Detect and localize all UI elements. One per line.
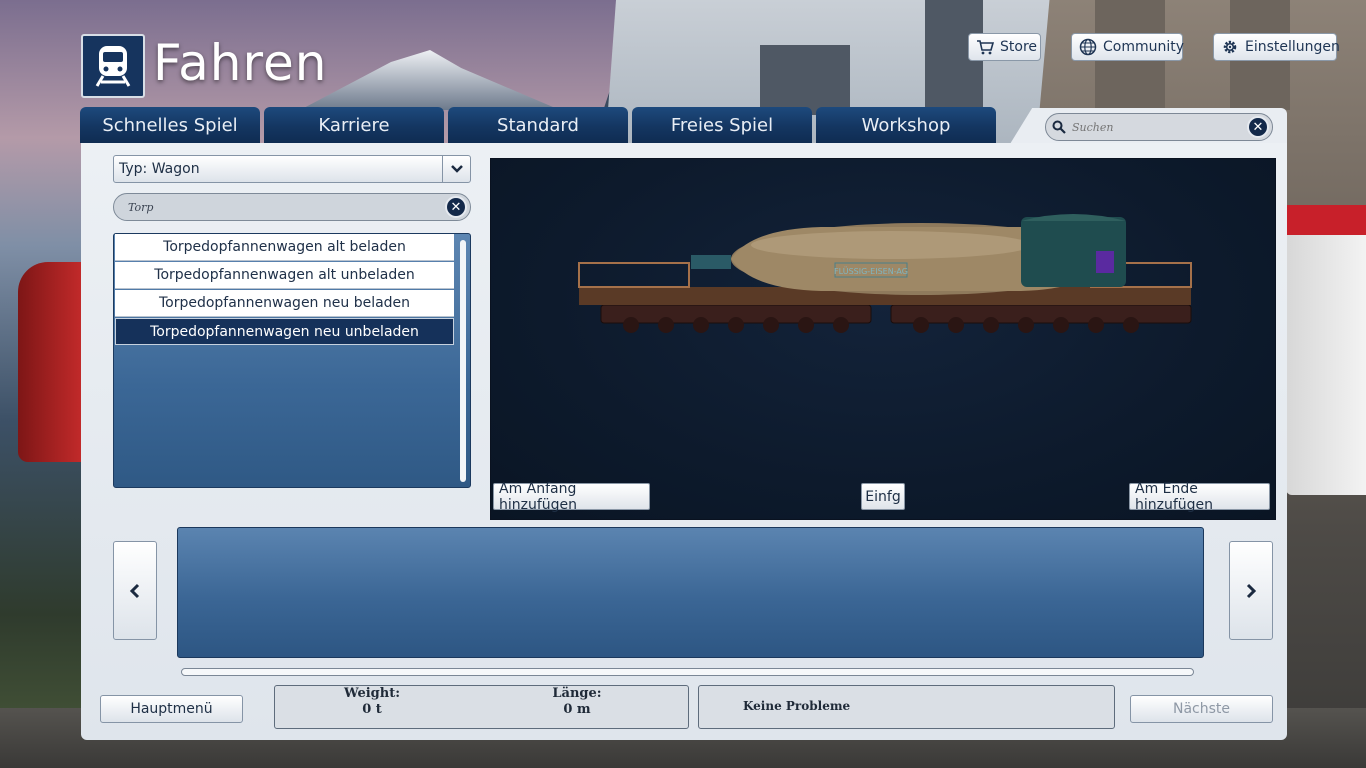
white-train bbox=[1286, 205, 1366, 495]
tab-freies-spiel[interactable]: Freies Spiel bbox=[632, 107, 812, 143]
clear-filter-icon[interactable]: ✕ bbox=[445, 196, 467, 218]
red-train bbox=[18, 262, 82, 462]
filter-search-box[interactable]: ✕ bbox=[113, 193, 471, 221]
tab-workshop[interactable]: Workshop bbox=[816, 107, 996, 143]
logo-train-icon bbox=[81, 34, 145, 98]
next-button[interactable]: Nächste bbox=[1130, 695, 1273, 723]
top-search-input[interactable] bbox=[1072, 120, 1247, 134]
insert-button[interactable]: Einfg bbox=[861, 483, 905, 510]
train-icon bbox=[95, 46, 131, 87]
city-building bbox=[760, 45, 850, 115]
status-text: Keine Probleme bbox=[743, 699, 851, 713]
chevron-right-icon bbox=[1246, 583, 1257, 598]
top-search-box[interactable]: ✕ bbox=[1045, 113, 1273, 141]
consist-scrollbar[interactable] bbox=[181, 668, 1194, 676]
store-label: Store bbox=[1000, 39, 1038, 55]
list-item[interactable]: Torpedopfannenwagen neu beladen bbox=[115, 290, 454, 317]
community-label: Community bbox=[1103, 39, 1185, 55]
length-value: 0 m bbox=[563, 702, 591, 717]
tab-karriere[interactable]: Karriere bbox=[264, 107, 444, 143]
weight-value: 0 t bbox=[362, 702, 382, 717]
wagon-marking: FLÜSSIG-EISEN-AG bbox=[834, 266, 908, 276]
main-menu-button[interactable]: Hauptmenü bbox=[100, 695, 243, 723]
consist-info-box: Weight: 0 t Länge: 0 m bbox=[274, 685, 689, 729]
add-end-button[interactable]: Am Ende hinzufügen bbox=[1129, 481, 1270, 513]
consist-area[interactable] bbox=[177, 527, 1204, 658]
search-icon bbox=[1046, 120, 1072, 134]
store-button[interactable]: Store bbox=[968, 33, 1041, 61]
community-button[interactable]: Community bbox=[1071, 33, 1185, 61]
weight-label: Weight: bbox=[343, 686, 401, 701]
type-dropdown[interactable]: Typ: Wagon bbox=[113, 155, 471, 183]
list-scrollbar[interactable] bbox=[460, 240, 466, 482]
scroll-right-button[interactable] bbox=[1229, 541, 1273, 640]
wagon-list: Torpedopfannenwagen alt beladen Torpedop… bbox=[113, 233, 471, 488]
page-title: Fahren bbox=[153, 34, 328, 92]
settings-label: Einstellungen bbox=[1245, 39, 1340, 55]
length-label: Länge: bbox=[552, 686, 602, 701]
torpedo-wagon-image: FLÜSSIG-EISEN-AG bbox=[578, 214, 1192, 333]
type-dropdown-value: Typ: Wagon bbox=[119, 161, 200, 177]
add-start-button[interactable]: Am Anfang hinzufügen bbox=[493, 481, 650, 513]
cart-icon bbox=[976, 38, 994, 56]
status-box: Keine Probleme bbox=[698, 685, 1115, 729]
clear-search-icon[interactable]: ✕ bbox=[1247, 116, 1269, 138]
chevron-down-icon[interactable] bbox=[442, 156, 470, 182]
chevron-left-icon bbox=[129, 583, 140, 598]
settings-button[interactable]: Einstellungen bbox=[1213, 33, 1340, 61]
list-item[interactable]: Torpedopfannenwagen alt beladen bbox=[115, 234, 454, 261]
tab-schnelles-spiel[interactable]: Schnelles Spiel bbox=[80, 107, 260, 143]
list-item[interactable]: Torpedopfannenwagen alt unbeladen bbox=[115, 262, 454, 289]
globe-icon bbox=[1079, 38, 1097, 56]
gear-icon bbox=[1221, 38, 1239, 56]
wagon-preview: FLÜSSIG-EISEN-AG Am Anfang hinzufügen Ei… bbox=[490, 158, 1276, 520]
list-item-selected[interactable]: Torpedopfannenwagen neu unbeladen bbox=[115, 318, 454, 345]
filter-search-input[interactable] bbox=[128, 200, 445, 214]
tab-standard[interactable]: Standard bbox=[448, 107, 628, 143]
scroll-left-button[interactable] bbox=[113, 541, 157, 640]
